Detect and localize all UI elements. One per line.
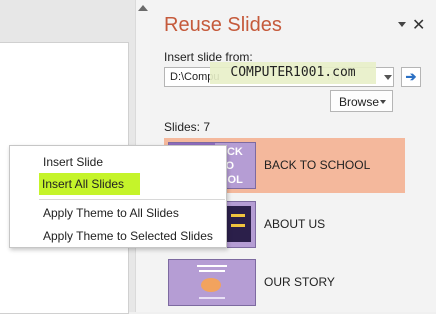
chevron-down-icon bbox=[380, 100, 386, 104]
pane-options-chevron-down-icon[interactable] bbox=[398, 22, 406, 27]
slide-name: OUR STORY bbox=[264, 275, 335, 289]
pane-title: Reuse Slides bbox=[164, 14, 282, 36]
scroll-up-icon[interactable] bbox=[138, 5, 148, 11]
menu-item-label: Apply Theme to Selected Slides bbox=[43, 229, 213, 243]
menu-item-label: Insert Slide bbox=[43, 155, 104, 169]
menu-item-label: Insert All Slides bbox=[42, 177, 125, 191]
context-menu: Insert Slide Insert All Slides Apply The… bbox=[9, 145, 227, 248]
browse-button[interactable]: Browse bbox=[330, 90, 393, 112]
menu-item-apply-theme-all[interactable]: Apply Theme to All Slides bbox=[11, 202, 225, 224]
go-arrow-button[interactable]: ➔ bbox=[401, 67, 421, 87]
menu-item-insert-slide[interactable]: Insert Slide bbox=[11, 151, 225, 173]
watermark: COMPUTER1001.com bbox=[210, 62, 376, 84]
slide-name: BACK TO SCHOOL bbox=[264, 158, 371, 172]
browse-label: Browse bbox=[339, 95, 380, 109]
slide-row-our-story[interactable]: OUR STORY bbox=[164, 255, 405, 310]
menu-item-label: Apply Theme to All Slides bbox=[43, 206, 179, 220]
slide-thumbnail bbox=[168, 259, 256, 306]
menu-item-apply-theme-selected[interactable]: Apply Theme to Selected Slides bbox=[11, 225, 225, 247]
slide-name: ABOUT US bbox=[264, 217, 326, 231]
menu-separator bbox=[39, 199, 225, 200]
path-dropdown-chevron-down-icon[interactable] bbox=[384, 75, 392, 80]
close-icon[interactable]: ✕ bbox=[412, 15, 425, 35]
slides-count: Slides: 7 bbox=[164, 120, 211, 134]
arrow-right-icon: ➔ bbox=[405, 69, 417, 84]
menu-item-insert-all-slides[interactable]: Insert All Slides bbox=[39, 173, 140, 195]
